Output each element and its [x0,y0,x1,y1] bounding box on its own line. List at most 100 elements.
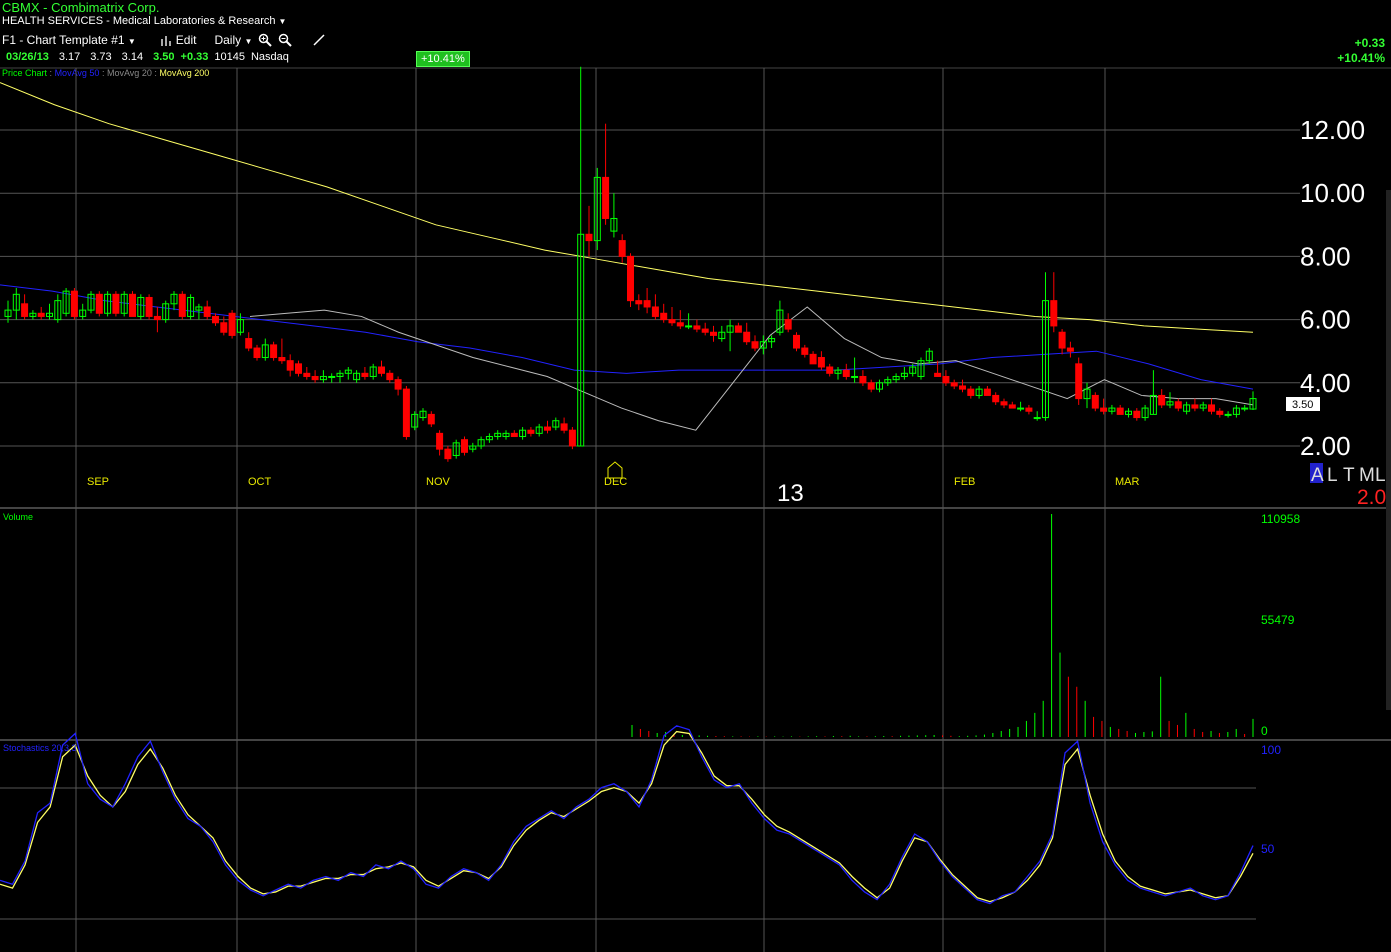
candle-body [809,353,817,365]
scale-letter: L [1327,465,1338,486]
candle-body [278,357,286,362]
candle-body [992,394,1000,403]
stoch-panel-label: Stochastics 20,3,3 [3,743,77,753]
candle-body [178,293,186,317]
candle-body [793,334,800,349]
candle-body [402,388,410,438]
candle-body [510,432,518,438]
candle-body [544,426,551,431]
candle-body [228,312,236,336]
candle-body [942,375,950,384]
candle-body [751,341,759,349]
candle-body [153,315,161,321]
candle-body [303,372,311,377]
candle-body [685,325,693,328]
candle-body [1174,401,1182,409]
candle-body [585,233,593,242]
candle-body [1216,410,1224,415]
candle-body [145,296,153,317]
candle-body [37,312,45,317]
price-tick-label: 4.00 [1300,368,1351,398]
candle-body [710,331,717,336]
month-label: NOV [426,476,451,488]
candle-body [817,357,825,368]
price-tick-label: 8.00 [1300,241,1351,271]
candle-body [394,379,402,390]
candle-body [436,432,444,450]
candle-body [1033,417,1041,420]
scale-letter: A [1311,465,1324,486]
candle-body [859,375,867,384]
candle-body [1191,404,1199,409]
candle-body [212,315,219,324]
candle-body [1000,401,1008,406]
candle-body [842,369,850,377]
candle-body [1133,410,1141,419]
candle-body [701,328,709,333]
candle-body [1075,363,1083,400]
candle-body [270,344,278,359]
candle-body [203,306,211,317]
scale-letter: M [1359,465,1375,486]
candle-body [1116,407,1124,415]
month-label: SEP [87,476,109,488]
candle-body [427,413,435,425]
candle-body [602,176,610,219]
candle-body [1008,404,1016,409]
chart-canvas[interactable]: 12.0010.008.006.004.002.00SEP OCT NOV DEC FE… [0,0,1391,952]
scale-letter: L [1375,465,1386,486]
candle-body [1100,407,1108,412]
stoch-tick-label: 100 [1261,743,1281,757]
candle-body [934,372,942,377]
candle-body [1058,331,1066,349]
candle-body [245,338,253,349]
candle-body [801,347,809,355]
candle-body [129,293,136,317]
candle-body [959,385,966,390]
candle-body [1066,347,1074,352]
candle-body [826,366,834,374]
candle-body [851,375,859,378]
candle-body [220,322,228,333]
candle-body [70,290,78,317]
last-price-label: 3.50 [1292,399,1313,411]
candle-body [1208,404,1215,412]
month-label: MAR [1115,476,1140,488]
candle-body [693,325,701,330]
candle-body [967,388,975,396]
candle-body [295,363,302,374]
candle-body [1025,407,1033,412]
candle-body [784,319,792,330]
candle-body [378,366,385,374]
candle-body [444,448,452,460]
candle-body [651,306,659,317]
candle-body [1158,394,1166,406]
candle-body [1050,300,1058,327]
candle-body [1017,407,1025,410]
candle-body [253,347,261,359]
candle-body [734,325,742,333]
price-tick-label: 12.00 [1300,115,1365,145]
candle-body [983,388,991,396]
volume-tick-label: 0 [1261,724,1268,738]
candle-body [1241,407,1249,410]
scale-letter: T [1343,465,1355,486]
candle-body [461,439,468,453]
candle-body [618,240,626,257]
candle-body [286,360,294,371]
month-label: FEB [954,476,975,488]
price-tick-label: 6.00 [1300,305,1351,335]
candle-body [668,319,676,324]
candle-body [1224,413,1232,416]
candle-body [643,300,651,308]
volume-tick-label: 110958 [1261,512,1300,526]
candle-body [660,312,668,321]
candle-body [627,255,634,302]
candle-body [560,423,568,431]
candle-body [950,382,958,387]
year-label: 13 [777,480,804,507]
month-label: OCT [248,476,272,488]
ma200-line [0,82,1254,333]
stoch-tick-label: 50 [1261,842,1275,856]
candle-body [112,293,120,314]
